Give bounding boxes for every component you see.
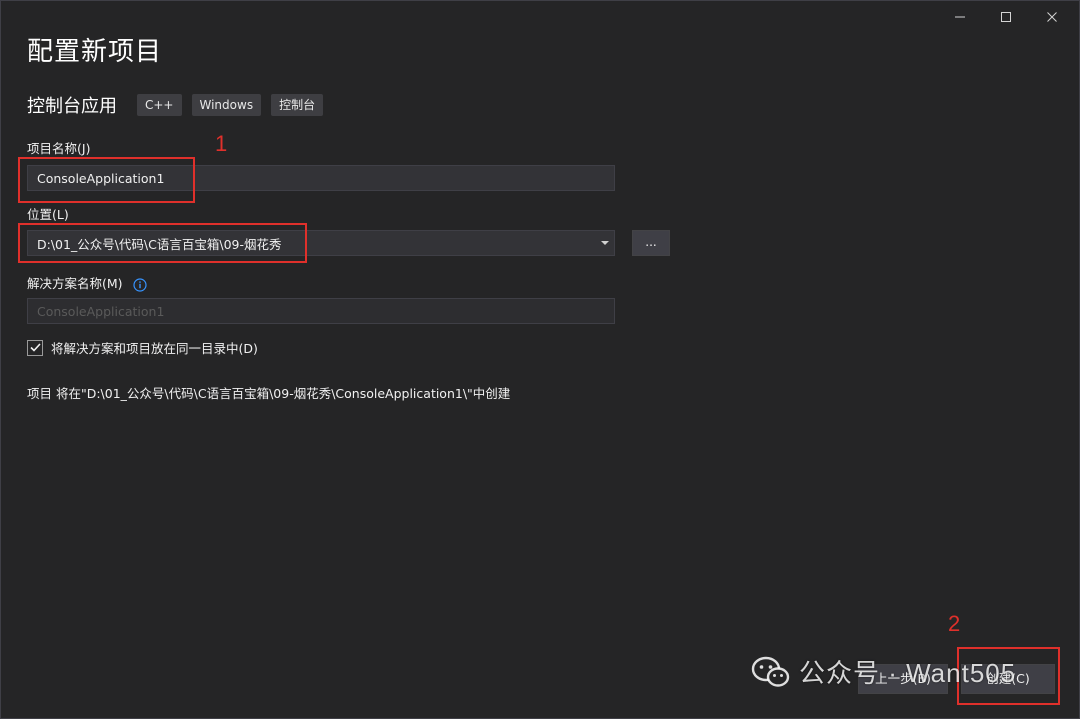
- same-directory-option[interactable]: 将解决方案和项目放在同一目录中(D): [27, 338, 258, 357]
- maximize-button[interactable]: [983, 5, 1029, 29]
- annotation-box-project-name: [18, 157, 195, 203]
- tag-platform: Windows: [191, 94, 262, 116]
- annotation-marker-1: 1: [215, 131, 228, 156]
- page-title: 配置新项目: [27, 37, 163, 67]
- same-directory-label: 将解决方案和项目放在同一目录中(D): [51, 341, 258, 356]
- minimize-icon: [955, 16, 965, 18]
- window-controls: [937, 5, 1075, 29]
- browse-button[interactable]: ...: [632, 230, 670, 256]
- solution-name-label: 解决方案名称(M): [27, 276, 123, 291]
- minimize-button[interactable]: [937, 5, 983, 29]
- annotation-marker-2: 2: [948, 611, 961, 636]
- back-button[interactable]: 上一步(B): [858, 664, 948, 694]
- project-name-label: 项目名称(J): [27, 141, 91, 156]
- dropdown-arrow-icon[interactable]: [596, 240, 614, 246]
- tag-language: C++: [137, 94, 182, 116]
- close-button[interactable]: [1029, 5, 1075, 29]
- configure-project-dialog: 配置新项目 控制台应用 C++ Windows 控制台 项目名称(J) 位置(L…: [0, 0, 1080, 719]
- project-path-info: 项目 将在"D:\01_公众号\代码\C语言百宝箱\09-烟花秀\Console…: [27, 386, 511, 401]
- info-icon[interactable]: [132, 277, 147, 292]
- maximize-icon: [1001, 12, 1011, 22]
- close-icon: [1047, 12, 1057, 22]
- wechat-icon: [751, 656, 790, 687]
- checkmark-icon: [29, 343, 41, 352]
- annotation-box-location: [18, 223, 307, 263]
- template-name: 控制台应用: [27, 96, 117, 117]
- tag-project-type: 控制台: [271, 94, 324, 116]
- annotation-box-create: [957, 647, 1060, 705]
- solution-name-input: [27, 298, 615, 324]
- location-label: 位置(L): [27, 207, 69, 222]
- template-header: 控制台应用 C++ Windows 控制台: [27, 92, 333, 118]
- solution-name-label-row: 解决方案名称(M): [27, 273, 147, 292]
- same-directory-checkbox[interactable]: [27, 339, 43, 356]
